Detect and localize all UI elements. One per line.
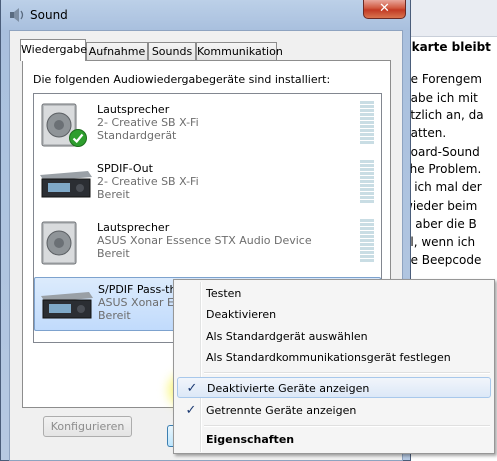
- device-status: Bereit: [98, 309, 131, 322]
- tab-wiedergabe[interactable]: Wiedergabe: [20, 39, 87, 61]
- device-description: 2- Creative SB X-Fi: [97, 175, 199, 188]
- menu-item-set-default[interactable]: Als Standardgerät auswählen: [177, 326, 491, 347]
- background-text-line: wieder beim: [403, 199, 478, 213]
- tab-kommunikation[interactable]: Kommunikation: [196, 42, 283, 60]
- close-button[interactable]: ✕: [363, 0, 406, 19]
- window-title: Sound: [30, 8, 68, 22]
- background-text-line: ötzlich an, da: [403, 108, 484, 122]
- menu-item-show-disconnected-devices[interactable]: ✓ Getrennte Geräte anzeigen: [177, 400, 491, 421]
- volume-meter: [360, 160, 374, 206]
- menu-item-label: Testen: [206, 287, 242, 300]
- speaker-icon: [38, 220, 94, 266]
- device-description: 2- Creative SB X-Fi: [97, 116, 199, 129]
- checkmark-icon: ✓: [185, 403, 197, 418]
- menu-separator: [204, 372, 490, 374]
- device-item[interactable]: SPDIF-Out 2- Creative SB X-Fi Bereit: [34, 157, 381, 211]
- default-device-badge-icon: [69, 129, 87, 147]
- background-text-line: habe ich mit: [403, 91, 478, 105]
- context-menu: Testen Deaktivieren Als Standardgerät au…: [173, 279, 495, 454]
- volume-meter: [360, 101, 374, 147]
- device-name: Lautsprecher: [97, 221, 170, 234]
- background-heading: dkarte bleibt: [403, 40, 491, 54]
- device-item[interactable]: Lautsprecher 2- Creative SB X-Fi Standar…: [34, 98, 381, 152]
- device-status: Bereit: [97, 247, 130, 260]
- background-text-line: al, wenn ich: [403, 235, 476, 249]
- configure-button[interactable]: Konfigurieren: [43, 416, 132, 437]
- background-text-line: ne Beepcode: [403, 253, 482, 267]
- digital-receiver-icon: [39, 282, 95, 328]
- device-item[interactable]: Lautsprecher ASUS Xonar Essence STX Audi…: [34, 216, 381, 270]
- digital-receiver-icon: [38, 161, 94, 207]
- tab-aufnahme[interactable]: Aufnahme: [86, 42, 148, 60]
- checkmark-icon: ✓: [186, 381, 198, 396]
- device-status: Standardgerät: [97, 129, 177, 142]
- close-icon: ✕: [379, 1, 390, 16]
- menu-item-label: Als Standardkommunikationsgerät festlege…: [206, 351, 451, 364]
- background-text-line: be Forengem: [403, 72, 482, 86]
- speaker-app-icon: [9, 8, 25, 22]
- menu-item-set-default-communication[interactable]: Als Standardkommunikationsgerät festlege…: [177, 347, 491, 368]
- device-name: SPDIF-Out: [97, 162, 153, 175]
- tab-sounds[interactable]: Sounds: [148, 42, 196, 60]
- menu-item-label: Getrennte Geräte anzeigen: [206, 404, 357, 417]
- menu-item-deaktivieren[interactable]: Deaktivieren: [177, 304, 491, 325]
- background-text-line: board-Sound: [403, 145, 480, 159]
- device-status: Bereit: [97, 188, 130, 201]
- menu-item-label: Deaktivieren: [206, 308, 277, 321]
- background-text-line: ), aber die B: [403, 217, 477, 231]
- title-bar[interactable]: Sound ✕: [1, 0, 410, 30]
- menu-item-show-disabled-devices[interactable]: ✓ Deaktivierte Geräte anzeigen: [177, 377, 491, 398]
- background-text-line: e ich mal der: [403, 180, 482, 194]
- device-description: ASUS Xonar Essence STX Audio Device: [97, 234, 312, 247]
- menu-item-properties[interactable]: Eigenschaften: [177, 429, 491, 450]
- menu-separator: [204, 425, 490, 427]
- menu-item-label: Als Standardgerät auswählen: [206, 330, 368, 343]
- device-name: Lautsprecher: [97, 103, 170, 116]
- volume-meter: [360, 219, 374, 265]
- menu-item-label: Eigenschaften: [206, 433, 295, 446]
- intro-text: Die folgenden Audiowiedergabegeräte sind…: [33, 73, 331, 86]
- background-text-line: che Problem.: [403, 162, 482, 176]
- menu-item-testen[interactable]: Testen: [177, 283, 491, 304]
- menu-item-label: Deaktivierte Geräte anzeigen: [207, 382, 370, 395]
